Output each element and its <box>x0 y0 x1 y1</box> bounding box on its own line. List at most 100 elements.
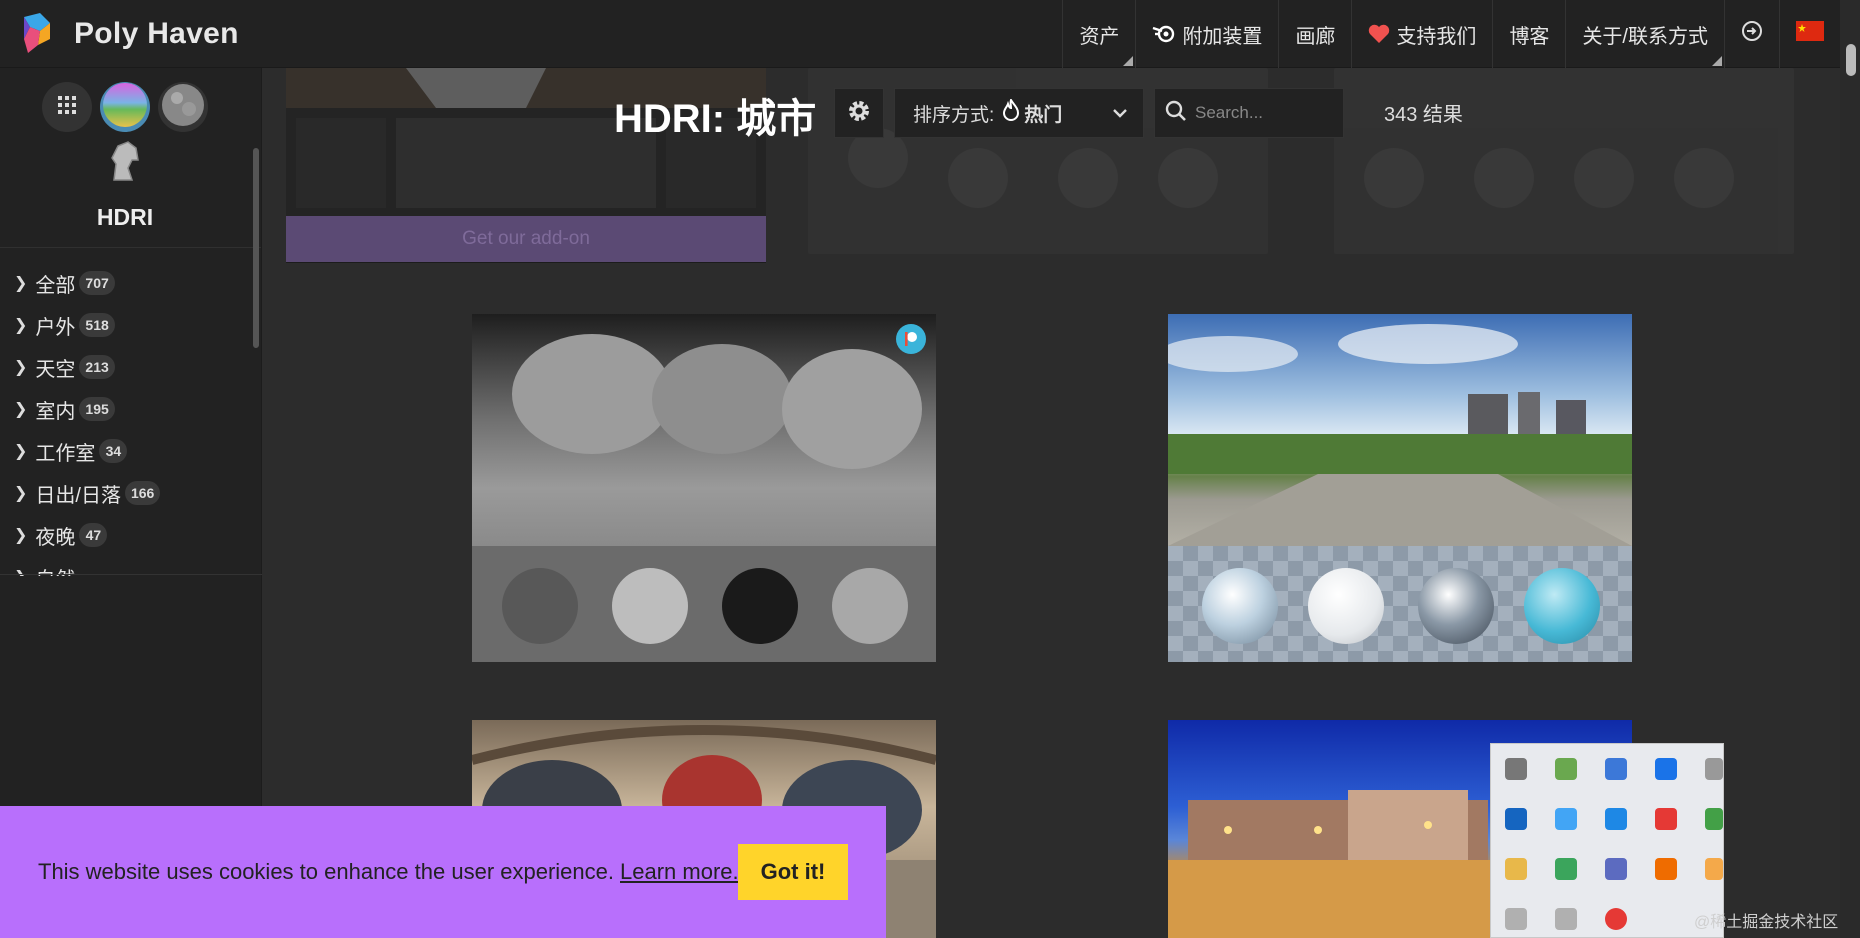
hdri-thumbnail-loading[interactable] <box>472 314 936 662</box>
category-count: 518 <box>79 313 115 337</box>
nav-item-label: 支持我们 <box>1396 25 1477 48</box>
category-count: 707 <box>79 271 115 295</box>
globe-icon[interactable] <box>1505 908 1527 930</box>
gear-icon <box>846 98 872 129</box>
nav-item-addons[interactable]: 附加装置 <box>1135 0 1278 68</box>
thumbnail-floor <box>1168 546 1632 662</box>
blurred-ball <box>1674 148 1734 208</box>
app-icon[interactable] <box>1705 858 1723 880</box>
nvidia-icon[interactable] <box>1555 758 1577 780</box>
cookie-text: This website uses cookies to enhance the… <box>38 859 614 884</box>
nav-item-label: 资产 <box>1079 25 1120 48</box>
windows-icon[interactable] <box>1505 858 1527 880</box>
wechat-icon[interactable] <box>1705 808 1723 830</box>
dropdown-corner-icon <box>1123 56 1134 66</box>
chevron-right-icon: ❯ <box>14 359 28 376</box>
category-item[interactable]: ❯ 户外 518 <box>0 304 250 346</box>
accept-cookies-button[interactable]: Got it! <box>738 844 848 900</box>
logo-link[interactable]: Poly Haven <box>0 0 239 68</box>
poly-haven-logo-icon <box>20 12 54 55</box>
nav-item-label: 博客 <box>1509 25 1550 48</box>
category-item[interactable]: ❯ 夜晚 47 <box>0 514 250 556</box>
login-button[interactable] <box>1724 0 1779 68</box>
category-count: 166 <box>124 481 161 505</box>
chevron-right-icon: ❯ <box>14 317 28 334</box>
cursor-icon[interactable] <box>1605 758 1627 780</box>
white-ball <box>1308 568 1384 644</box>
category-item[interactable]: ❯ 全部 707 <box>0 262 250 304</box>
nav-item-gallery[interactable]: 画廊 <box>1278 0 1351 68</box>
chevron-right-icon: ❯ <box>14 527 28 544</box>
chevron-right-icon: ❯ <box>14 275 28 292</box>
watermark: @稀土掘金技术社区 <box>1694 914 1839 931</box>
asset-type-selector: HDRI <box>0 68 261 248</box>
app-icon[interactable] <box>1655 758 1677 780</box>
app-icon[interactable] <box>1605 808 1627 830</box>
dropdown-corner-icon <box>1712 56 1722 66</box>
category-count: 195 <box>79 397 115 421</box>
chevron-right-icon: ❯ <box>14 443 28 460</box>
usb-icon[interactable] <box>1505 758 1527 780</box>
category-item[interactable]: ❯ 日出/日落 166 <box>0 472 250 514</box>
blurred-ball <box>1474 148 1534 208</box>
blurred-preview-card <box>1334 68 1794 254</box>
textures-type-button[interactable] <box>158 82 208 132</box>
china-flag-icon <box>1796 21 1824 47</box>
horse-head-icon <box>102 138 148 189</box>
results-count: 343 结果 <box>1384 104 1463 126</box>
nav-item-blog[interactable]: 博客 <box>1492 0 1565 68</box>
scrollbar-thumb[interactable] <box>1846 44 1856 76</box>
glass-ball <box>1202 568 1278 644</box>
chevron-down-icon <box>1111 103 1129 129</box>
hdri-type-button[interactable] <box>100 82 150 132</box>
white-ball <box>612 568 688 644</box>
app-icon[interactable] <box>1655 808 1677 830</box>
sidebar-scrollbar[interactable] <box>253 148 259 348</box>
sort-dropdown[interactable]: 排序方式: 热门 <box>894 88 1144 138</box>
search-icon <box>1165 100 1187 127</box>
bluetooth-icon[interactable] <box>1505 808 1527 830</box>
app-icon[interactable] <box>1605 858 1627 880</box>
blurred-ball <box>1158 148 1218 208</box>
category-item[interactable]: ❯ 室内 195 <box>0 388 250 430</box>
edge-icon[interactable] <box>1555 858 1577 880</box>
category-label: 天空 <box>35 358 76 381</box>
login-icon <box>1741 20 1763 48</box>
blurred-ball <box>1364 148 1424 208</box>
language-selector[interactable] <box>1779 0 1840 68</box>
cloud-icon[interactable] <box>1555 808 1577 830</box>
category-label: 室内 <box>35 400 76 423</box>
window-icon[interactable] <box>1555 908 1577 930</box>
get-addon-button[interactable]: Get our add-on <box>286 216 766 262</box>
nav-item-support[interactable]: 支持我们 <box>1351 0 1492 68</box>
logo-text: Poly Haven <box>74 16 239 50</box>
category-count: 47 <box>79 523 108 547</box>
hdri-thumbnail[interactable] <box>1168 314 1632 662</box>
page: Poly Haven 资产 附加装置 画廊 支持我们 博客 关于/联系方式 HD… <box>0 0 1860 938</box>
category-item[interactable]: ❯ 工作室 34 <box>0 430 250 472</box>
search-input[interactable] <box>1195 103 1335 123</box>
category-label: 夜晚 <box>35 526 76 549</box>
settings-button[interactable] <box>834 88 884 138</box>
nav-item-assets[interactable]: 资产 <box>1062 0 1135 68</box>
heart-icon <box>1368 24 1390 44</box>
learn-more-link[interactable]: Learn more. <box>620 859 739 885</box>
sidebar-divider <box>0 574 262 575</box>
category-item[interactable]: ❯ 天空 213 <box>0 346 250 388</box>
grid-icon <box>57 95 77 120</box>
page-scrollbar[interactable] <box>1840 0 1860 938</box>
models-type-button[interactable] <box>100 138 150 188</box>
nav-item-label: 附加装置 <box>1182 25 1263 48</box>
app-icon[interactable] <box>1605 908 1627 930</box>
category-item[interactable]: ❯自然 <box>0 556 250 577</box>
category-label: 日出/日落 <box>35 484 121 507</box>
blender-icon <box>1152 24 1176 44</box>
fire-icon <box>1002 97 1020 127</box>
search-box[interactable] <box>1154 88 1344 138</box>
power-icon[interactable] <box>1705 758 1723 780</box>
search-icon[interactable] <box>1655 858 1677 880</box>
category-label: 工作室 <box>35 442 96 465</box>
nav-item-about[interactable]: 关于/联系方式 <box>1565 0 1724 68</box>
all-assets-button[interactable] <box>42 82 92 132</box>
chrome-ball <box>722 568 798 644</box>
